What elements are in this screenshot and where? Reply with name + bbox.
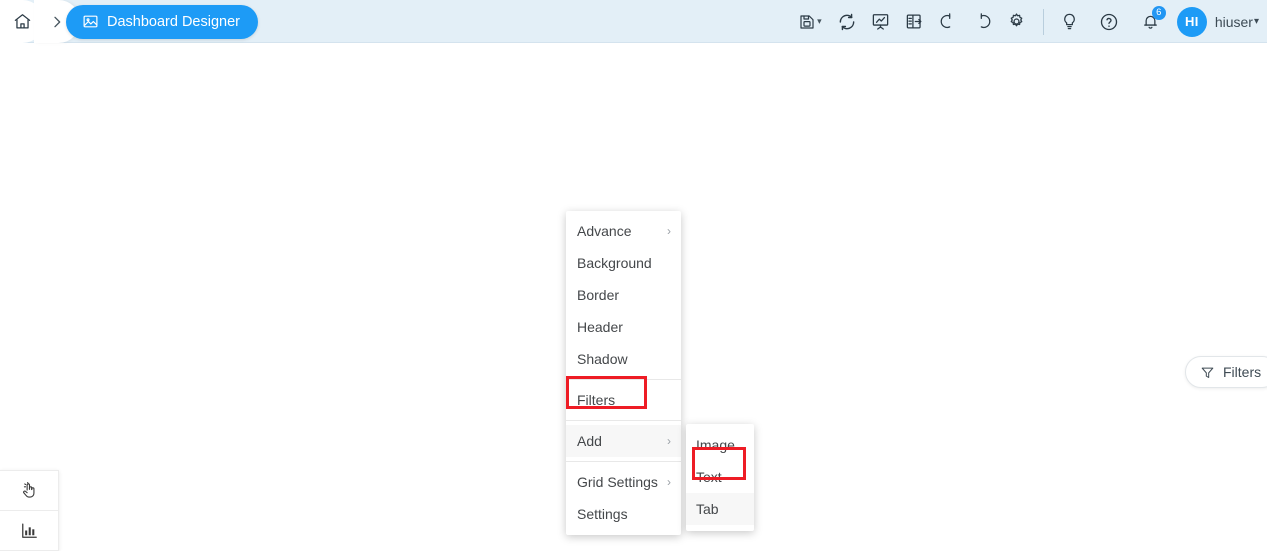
add-submenu-item-text[interactable]: Text <box>686 461 754 493</box>
chevron-down-icon: ▾ <box>1253 16 1259 27</box>
context-menu-item-label: Settings <box>577 506 628 522</box>
header-toolbar-primary-group: ▾ <box>790 8 1034 36</box>
filters-button[interactable]: Filters <box>1185 356 1267 388</box>
image-dashboard-icon <box>82 13 99 30</box>
chevron-right-icon: › <box>667 475 671 489</box>
context-menu-item-settings[interactable]: Settings <box>566 498 681 530</box>
notification-count-badge: 6 <box>1151 5 1166 20</box>
settings-button[interactable] <box>1003 8 1031 36</box>
presentation-button[interactable] <box>867 8 895 36</box>
context-menu-item-background[interactable]: Background <box>566 247 681 279</box>
context-menu-item-grid-settings[interactable]: Grid Settings › <box>566 466 681 498</box>
redo-arrow-icon <box>973 12 992 31</box>
breadcrumb: Dashboard Designer <box>0 0 258 43</box>
panel-layout-icon <box>905 12 924 31</box>
chevron-right-icon <box>49 14 65 30</box>
funnel-filter-icon <box>1200 365 1215 380</box>
add-submenu-item-tab[interactable]: Tab <box>686 493 754 525</box>
toolbar-divider <box>1042 8 1044 35</box>
dashboard-canvas[interactable]: Filters Advance › Background Border Head… <box>0 43 1267 551</box>
presentation-chart-icon <box>871 12 890 31</box>
add-submenu-item-label: Tab <box>696 501 719 517</box>
add-submenu-item-label: Image <box>696 437 735 453</box>
rail-item-pointer[interactable] <box>0 471 58 511</box>
question-circle-icon <box>1099 12 1119 32</box>
notifications-button[interactable]: 6 <box>1136 5 1166 36</box>
avatar: HI <box>1176 6 1207 37</box>
context-menu-divider <box>566 379 681 380</box>
user-menu-button[interactable]: HI hiuser ▾ <box>1176 6 1259 37</box>
context-menu-item-advance[interactable]: Advance › <box>566 215 681 247</box>
header-toolbar-secondary-group: 6 HI hiuser ▾ <box>1053 5 1259 37</box>
undo-button[interactable] <box>935 8 963 36</box>
redo-button[interactable] <box>969 8 997 36</box>
header-toolbar: ▾ 6 HI hiuser ▾ <box>790 0 1259 43</box>
home-icon <box>13 12 32 31</box>
context-menu-item-label: Advance <box>577 223 632 239</box>
undo-arrow-icon <box>939 12 958 31</box>
save-dropdown-button[interactable]: ▾ <box>793 8 827 36</box>
top-header-bar: Dashboard Designer ▾ 6 HI hiuser ▾ <box>0 0 1267 43</box>
context-menu-item-label: Shadow <box>577 351 628 367</box>
add-submenu-item-image[interactable]: Image <box>686 429 754 461</box>
filters-button-label: Filters <box>1223 364 1262 380</box>
tips-button[interactable] <box>1056 8 1084 36</box>
add-submenu-item-label: Text <box>696 469 722 485</box>
context-menu-item-label: Grid Settings <box>577 474 658 490</box>
context-menu-item-header[interactable]: Header <box>566 311 681 343</box>
refresh-circular-arrows-icon <box>837 12 857 32</box>
floppy-disk-icon <box>798 13 816 31</box>
context-menu-item-label: Add <box>577 433 602 449</box>
bar-chart-icon <box>20 521 39 540</box>
chevron-right-icon: › <box>667 434 671 448</box>
breadcrumb-active-label: Dashboard Designer <box>107 13 240 30</box>
context-menu-item-border[interactable]: Border <box>566 279 681 311</box>
context-menu-item-label: Filters <box>577 392 616 408</box>
hand-pointer-icon <box>20 481 39 500</box>
context-menu-item-label: Background <box>577 255 652 271</box>
context-menu-item-filters[interactable]: Filters <box>566 384 681 416</box>
context-menu-item-label: Border <box>577 287 620 303</box>
breadcrumb-item-dashboard-designer[interactable]: Dashboard Designer <box>66 4 258 39</box>
context-menu-divider <box>566 420 681 421</box>
context-menu: Advance › Background Border Header Shado… <box>566 211 681 535</box>
chevron-down-icon: ▾ <box>817 16 822 26</box>
user-name-label: hiuser <box>1214 13 1253 30</box>
context-menu-divider <box>566 461 681 462</box>
left-tool-rail <box>0 470 59 551</box>
panel-toggle-button[interactable] <box>901 8 929 36</box>
chevron-right-icon: › <box>667 224 671 238</box>
add-submenu: Image Text Tab <box>686 424 754 531</box>
refresh-button[interactable] <box>833 8 861 36</box>
context-menu-item-shadow[interactable]: Shadow <box>566 343 681 375</box>
context-menu-item-add[interactable]: Add › <box>566 425 681 457</box>
rail-item-chart[interactable] <box>0 511 58 550</box>
help-button[interactable] <box>1095 8 1123 36</box>
gear-icon <box>1007 12 1026 31</box>
context-menu-item-label: Header <box>577 319 623 335</box>
lightbulb-icon <box>1060 12 1079 31</box>
